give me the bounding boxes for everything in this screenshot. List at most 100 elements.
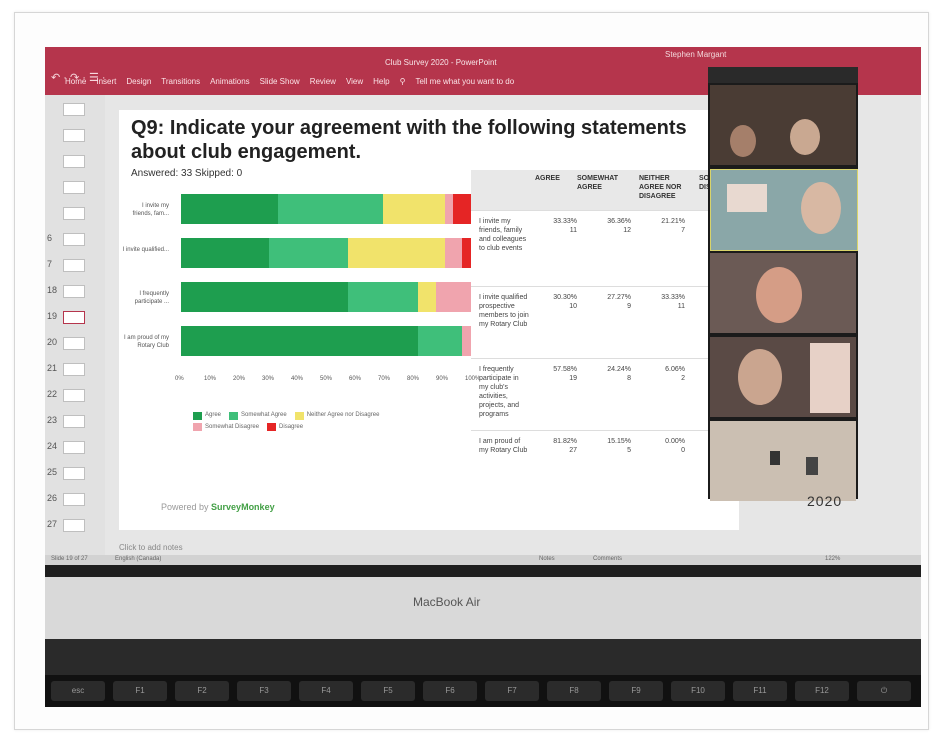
- powered-by: Powered by SurveyMonkey: [161, 502, 275, 512]
- keyboard-function-row: esc F1 F2 F3 F4 F5 F6 F7 F8 F9 F10 F11 F12 ⏻: [45, 675, 921, 707]
- tab-insert[interactable]: Insert: [96, 77, 116, 95]
- powered-by-text: Powered by: [161, 502, 209, 512]
- slide-thumbnail[interactable]: [63, 363, 85, 376]
- participant-avatar: [801, 182, 841, 234]
- keyboard-key: F9: [609, 681, 663, 701]
- slide-thumbnail[interactable]: [63, 259, 85, 272]
- status-language[interactable]: English (Canada): [115, 556, 161, 562]
- participant-avatar: [738, 349, 782, 405]
- category-label: I frequently participate ...: [134, 291, 169, 305]
- video-tile-1[interactable]: [710, 85, 856, 165]
- slide-thumbnail[interactable]: [63, 311, 85, 324]
- bar-segment: [268, 238, 348, 268]
- bar-segment: [181, 194, 278, 224]
- category-label: I am proud of my Rotary Club: [123, 335, 169, 349]
- cell-percent: 33.33%: [661, 294, 685, 301]
- table-cell: 21.21% 7: [641, 217, 685, 235]
- stacked-bar: [181, 326, 471, 356]
- header-somewhat-agree: SOMEWHAT AGREE: [577, 175, 619, 191]
- wall-frame: [806, 457, 818, 475]
- slide-number: 24: [47, 441, 58, 451]
- slide-thumbnail[interactable]: [63, 493, 85, 506]
- zoom-level[interactable]: 122%: [825, 556, 840, 562]
- cell-count: 12: [623, 227, 631, 234]
- tab-review[interactable]: Review: [310, 77, 336, 95]
- slide-thumbnail[interactable]: [63, 415, 85, 428]
- video-tile-5[interactable]: [710, 421, 856, 501]
- legend-item: Somewhat Agree: [229, 410, 287, 421]
- slide-number: 22: [47, 389, 58, 399]
- slide-thumbnail[interactable]: [63, 181, 85, 194]
- video-tile-2[interactable]: [710, 169, 858, 251]
- cell-count: 11: [677, 303, 685, 310]
- keyboard-key: F2: [175, 681, 229, 701]
- cell-count: 7: [681, 227, 685, 234]
- x-tick-label: 60%: [349, 376, 362, 382]
- slide-thumbnail[interactable]: [63, 207, 85, 220]
- legend-swatch: [294, 411, 304, 420]
- keyboard-key: F6: [423, 681, 477, 701]
- participant-avatar: [756, 267, 802, 323]
- wall-frame: [770, 451, 780, 465]
- stacked-bar: [181, 194, 471, 224]
- table-cell: 6.06% 2: [641, 365, 685, 383]
- tab-animations[interactable]: Animations: [210, 77, 250, 95]
- notes-pane[interactable]: Click to add notes: [119, 543, 183, 552]
- tab-help[interactable]: Help: [373, 77, 389, 95]
- tab-design[interactable]: Design: [126, 77, 151, 95]
- video-tile-3[interactable]: [710, 253, 856, 333]
- category-label: I invite qualified...: [122, 247, 169, 253]
- comments-button[interactable]: Comments: [593, 556, 622, 562]
- tab-transitions[interactable]: Transitions: [161, 77, 200, 95]
- slide-number: 27: [47, 519, 58, 529]
- notes-button[interactable]: Notes: [539, 556, 555, 562]
- legend-label: Somewhat Agree: [241, 412, 287, 418]
- user-name[interactable]: Stephen Margant: [665, 50, 726, 59]
- bar-segment: [453, 194, 471, 224]
- cell-count: 9: [627, 303, 631, 310]
- bar-segment: [444, 238, 463, 268]
- cell-percent: 6.06%: [665, 366, 685, 373]
- cell-percent: 27.27%: [607, 294, 631, 301]
- cell-percent: 0.00%: [665, 438, 685, 445]
- bar-segment: [277, 194, 384, 224]
- slide-thumbnail-pane[interactable]: 6 7 18 19 20 21 22 23 24 25 26 27: [45, 95, 105, 565]
- laptop-hinge: [45, 639, 921, 675]
- table-cell: 0.00% 0: [641, 437, 685, 455]
- cell-count: 27: [569, 447, 577, 454]
- slide-thumbnail[interactable]: [63, 155, 85, 168]
- slide-canvas[interactable]: Q9: Indicate your agreement with the fol…: [119, 110, 741, 530]
- keyboard-key: F3: [237, 681, 291, 701]
- tell-me-search[interactable]: Tell me what you want to do: [415, 77, 514, 95]
- slide-thumbnail[interactable]: [63, 233, 85, 246]
- slide-thumbnail[interactable]: [63, 467, 85, 480]
- legend-swatch: [193, 411, 202, 420]
- slide-year: 2020: [807, 493, 843, 509]
- slide-thumbnail[interactable]: [63, 389, 85, 402]
- legend-item: Neither Agree nor Disagree: [294, 410, 380, 421]
- slide-number: 23: [47, 415, 58, 425]
- bar-segment: [181, 238, 269, 268]
- tab-view[interactable]: View: [346, 77, 363, 95]
- video-tile-4[interactable]: [710, 337, 856, 417]
- slide-thumbnail[interactable]: [63, 337, 85, 350]
- laptop-brand: MacBook Air: [413, 595, 481, 609]
- table-cell: 36.36% 12: [587, 217, 631, 235]
- cell-count: 2: [681, 375, 685, 382]
- x-tick-label: 90%: [436, 376, 449, 382]
- document-title: Club Survey 2020 - PowerPoint: [385, 58, 497, 67]
- keyboard-key: F7: [485, 681, 539, 701]
- video-panel-toolbar[interactable]: [708, 67, 858, 83]
- slide-thumbnail[interactable]: [63, 441, 85, 454]
- slide-thumbnail[interactable]: [63, 519, 85, 532]
- tab-slide-show[interactable]: Slide Show: [260, 77, 300, 95]
- legend-label: Neither Agree nor Disagree: [306, 412, 380, 418]
- bar-segment: [418, 326, 463, 356]
- slide-thumbnail[interactable]: [63, 103, 85, 116]
- slide-thumbnail[interactable]: [63, 129, 85, 142]
- slide-thumbnail[interactable]: [63, 285, 85, 298]
- tab-home[interactable]: Home: [65, 77, 86, 95]
- bar-segment: [181, 282, 348, 312]
- row-statement: I invite my friends, family and colleagu…: [479, 218, 527, 252]
- cell-percent: 36.36%: [607, 218, 631, 225]
